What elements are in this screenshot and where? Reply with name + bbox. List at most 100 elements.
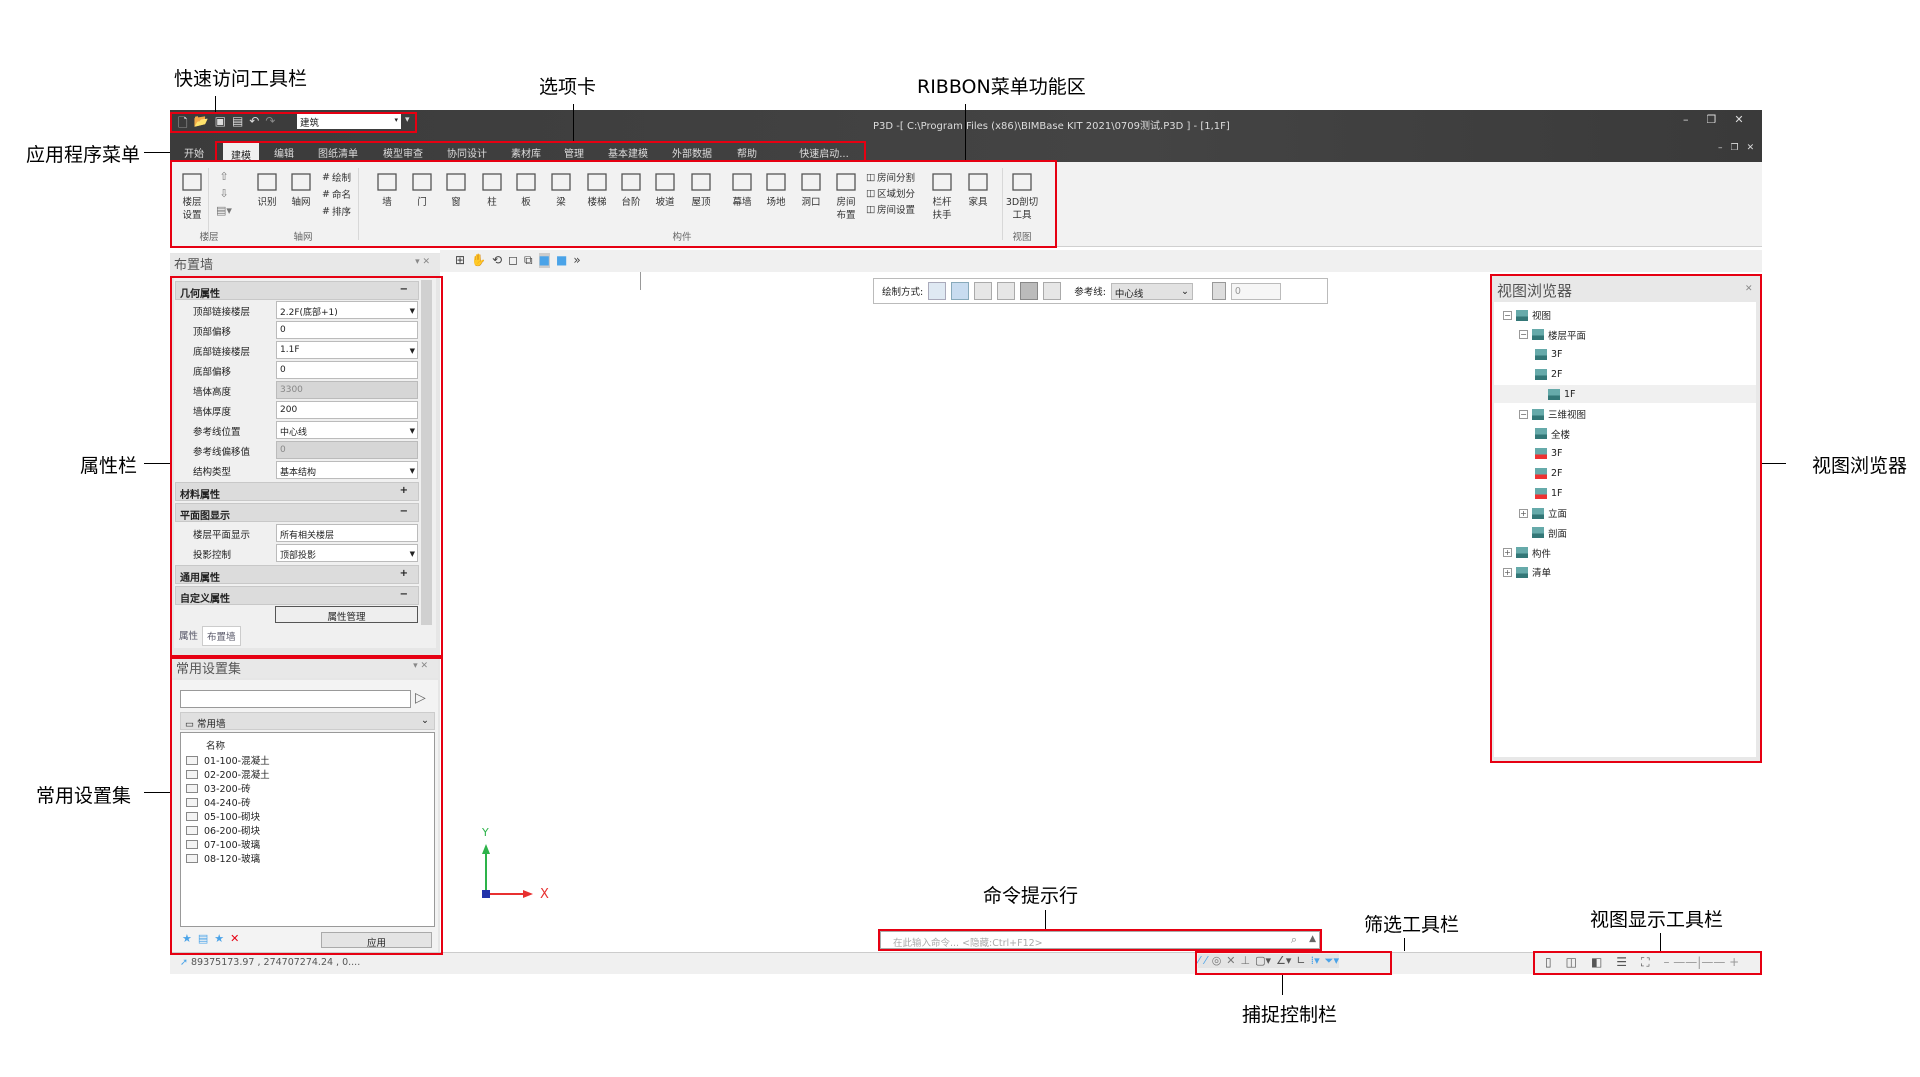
property-value-field[interactable]: 基本结构 ▼ (276, 461, 418, 479)
dropdown-arrow-icon[interactable]: ▼ (410, 347, 415, 355)
add-folder-icon[interactable]: ▤ (198, 932, 208, 945)
common-search-input[interactable] (180, 690, 411, 708)
tab-10[interactable]: 帮助 (729, 143, 765, 162)
property-value-field[interactable]: 中心线 ▼ (276, 421, 418, 439)
delete-icon[interactable]: ✕ (230, 932, 239, 945)
railing-button[interactable]: 栏杆 扶手 (925, 170, 959, 222)
ref-line-select[interactable]: 中心线 ⌄ (1110, 282, 1193, 300)
draw-arc-wall-icon[interactable] (974, 282, 993, 300)
floor-copy-icon[interactable]: ▤▾ (216, 204, 232, 217)
component-button-7[interactable]: 台阶 (614, 170, 648, 209)
redo-icon[interactable]: ↷ (265, 114, 275, 135)
property-value-field[interactable]: 所有相关楼层 (276, 524, 418, 542)
property-value-field[interactable]: 2.2F(底部+1) ▼ (276, 301, 418, 319)
snap-midpoint-icon[interactable]: ⁄ (1205, 954, 1207, 968)
component-button-12[interactable]: 洞口 (794, 170, 828, 209)
expand-icon[interactable]: + (1519, 508, 1528, 518)
tree-node[interactable]: 1F (1494, 385, 1756, 404)
expand-icon[interactable]: + (1503, 567, 1512, 577)
three-view-icon[interactable]: ◧ (1591, 955, 1602, 970)
dropdown-arrow-icon[interactable]: ▼ (410, 467, 415, 475)
dropdown-arrow-icon[interactable]: ▼ (410, 427, 415, 435)
orbit-icon[interactable]: ⟲ (492, 253, 502, 268)
component-button-9[interactable]: 屋顶 (684, 170, 718, 209)
collapse-icon[interactable]: − (400, 589, 408, 600)
tree-node[interactable]: 1F (1535, 484, 1563, 502)
dropdown-arrow-icon[interactable]: ▼ (410, 307, 415, 315)
common-close-icon[interactable]: ▾ ✕ (413, 661, 428, 671)
expand-icon[interactable]: + (400, 485, 408, 496)
fullscreen-icon[interactable]: ⛶ (1641, 955, 1649, 970)
command-history-icon[interactable]: ▲ (1309, 934, 1316, 944)
property-manage-button[interactable]: 属性管理 (275, 606, 418, 623)
3d-section-button[interactable]: 3D剖切 工具 (1005, 170, 1039, 222)
open-file-icon[interactable]: 📂 (194, 114, 209, 135)
snap-endpoint-icon[interactable]: ⁄ (1198, 954, 1200, 968)
tree-node[interactable]: 3F (1535, 445, 1563, 463)
component-button-5[interactable]: 梁 (544, 170, 578, 209)
grid-sort-button[interactable]: # 排序 (322, 204, 351, 219)
component-button-6[interactable]: 楼梯 (580, 170, 614, 209)
tab-11[interactable]: 快速启动... (791, 143, 857, 162)
tree-node[interactable]: 全楼 (1535, 425, 1570, 443)
tab-properties[interactable]: 属性 (175, 626, 202, 646)
room-small-button-1[interactable]: ◫ 区域划分 (866, 186, 915, 201)
list-item[interactable]: 01-100-混凝土 (186, 753, 270, 767)
collapse-icon[interactable]: − (400, 506, 408, 517)
collapse-icon[interactable]: − (1519, 409, 1528, 419)
component-button-4[interactable]: 板 (509, 170, 543, 209)
section-custom[interactable]: 自定义属性 − (175, 586, 419, 605)
search-go-icon[interactable]: ▷ (415, 690, 426, 706)
new-file-icon[interactable]: 🗋 (178, 114, 188, 135)
category-select[interactable]: ▭ 常用墙 ⌄ (180, 712, 435, 730)
tree-node[interactable]: − 三维视图 (1519, 405, 1586, 423)
tab-6[interactable]: 素材库 (503, 143, 549, 162)
offset-input[interactable]: 0 (1230, 282, 1281, 300)
save-icon[interactable]: ▣ (215, 114, 226, 135)
minimize-button[interactable]: – (1683, 113, 1689, 126)
zoom-slider[interactable]: – ——|—— + (1663, 955, 1739, 970)
component-button-10[interactable]: 幕墙 (725, 170, 759, 209)
doc-close-button[interactable]: ✕ (1747, 143, 1755, 153)
draw-straight-wall-icon[interactable] (928, 282, 947, 300)
property-value-field[interactable]: 0 (276, 361, 418, 379)
tab-4[interactable]: 模型审查 (375, 143, 431, 162)
room-small-button-2[interactable]: ◫ 房间设置 (866, 202, 915, 217)
component-button-8[interactable]: 坡道 (648, 170, 682, 209)
pan-icon[interactable]: ✋ (471, 253, 486, 268)
floor-up-icon[interactable]: ⇧ (219, 170, 228, 183)
customize-qat-icon[interactable]: ▾ (405, 115, 410, 125)
property-value-field[interactable]: 1.1F ▼ (276, 341, 418, 359)
list-item[interactable]: 02-200-混凝土 (186, 767, 270, 781)
tab-1[interactable]: 建模 (223, 141, 259, 162)
component-button-3[interactable]: 柱 (475, 170, 509, 209)
filter-icon[interactable]: ⏷▾ (1325, 954, 1339, 968)
four-view-icon[interactable]: ☰ (1616, 955, 1627, 970)
doc-restore-button[interactable]: ❐ (1731, 143, 1739, 153)
draw-rect-wall-icon[interactable] (951, 282, 970, 300)
list-item[interactable]: 03-200-砖 (186, 781, 251, 795)
list-item[interactable]: 05-100-砌块 (186, 809, 260, 823)
two-view-icon[interactable]: ◫ (1566, 955, 1577, 970)
tab-3[interactable]: 图纸清单 (310, 143, 366, 162)
add-favorite-icon[interactable]: ★ (182, 932, 192, 945)
component-button-2[interactable]: 窗 (439, 170, 473, 209)
expand-icon[interactable]: + (400, 568, 408, 579)
section-plan[interactable]: 平面图显示 − (175, 503, 419, 522)
save-as-icon[interactable]: ▤ (232, 114, 243, 135)
property-value-field[interactable]: 200 (276, 401, 418, 419)
list-item[interactable]: 07-100-玻璃 (186, 837, 260, 851)
floor-down-icon[interactable]: ⇩ (219, 187, 228, 200)
list-item[interactable]: 04-240-砖 (186, 795, 251, 809)
snap-intersection-icon[interactable]: ✕ (1226, 954, 1235, 968)
draw-circle-wall-icon[interactable] (1020, 282, 1039, 300)
furniture-button[interactable]: 家具 (961, 170, 995, 209)
collapse-icon[interactable]: − (1519, 330, 1528, 340)
zoom-extents-icon[interactable]: ⊞ (455, 253, 465, 268)
snap-ortho-icon[interactable]: ∟ (1296, 954, 1305, 968)
snap-object-icon[interactable]: ▢▾ (1255, 954, 1271, 968)
wireframe-icon[interactable]: ◻ (508, 253, 518, 268)
shaded-icon[interactable]: ■ (538, 253, 550, 268)
collapse-icon[interactable]: − (400, 284, 408, 295)
doc-minimize-button[interactable]: – (1718, 143, 1723, 153)
